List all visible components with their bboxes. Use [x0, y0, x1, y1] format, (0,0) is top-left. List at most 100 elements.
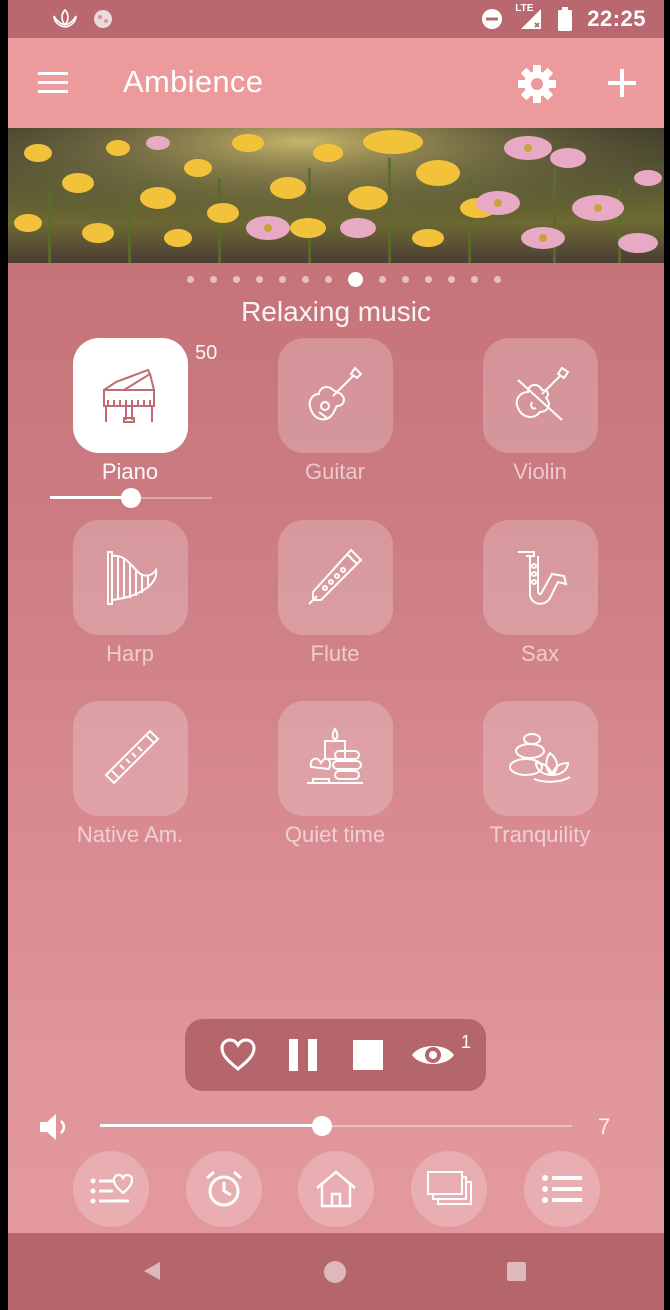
sound-tile-harp[interactable]: Harp: [50, 520, 210, 667]
page-indicator[interactable]: [8, 270, 664, 288]
flute-icon: [308, 548, 363, 605]
candle-stones-icon: [307, 726, 363, 784]
sound-button-quiet-time[interactable]: [277, 701, 393, 816]
sound-button-flute[interactable]: [277, 520, 393, 635]
system-navigation-bar: [8, 1233, 664, 1310]
page-dot[interactable]: [233, 275, 240, 283]
clock: 22:25: [587, 6, 646, 31]
page-dot[interactable]: [210, 275, 217, 283]
sound-button-native-am[interactable]: [72, 701, 188, 816]
app-screen: LTE 22:25 Ambience Relaxing music Piano …: [8, 0, 664, 1310]
volume-fill: [100, 1124, 322, 1127]
app-bar: Ambience: [8, 38, 664, 128]
bottom-navigation: [8, 1151, 664, 1229]
sound-label: Piano: [101, 459, 159, 484]
page-dot[interactable]: [325, 275, 332, 283]
page-dot[interactable]: [256, 275, 263, 283]
sound-button-sax[interactable]: [482, 520, 598, 635]
gear-icon[interactable]: [516, 63, 558, 105]
plus-icon[interactable]: [604, 62, 640, 104]
recents-icon[interactable]: [507, 1262, 526, 1281]
sound-tile-tranquility[interactable]: Tranquility: [460, 701, 620, 848]
lotus-stones-icon: [509, 732, 571, 783]
sound-label: Tranquility: [489, 822, 591, 847]
sound-label: Native Am.: [76, 822, 184, 847]
sound-label: Harp: [106, 641, 154, 666]
home-circle-icon[interactable]: [324, 1261, 346, 1283]
stop-icon: [353, 1040, 384, 1070]
sound-button-tranquility[interactable]: [482, 701, 598, 816]
violin-icon: [515, 366, 570, 421]
page-dot[interactable]: [471, 275, 478, 283]
master-volume: 7: [38, 1108, 638, 1144]
page-dot[interactable]: [379, 275, 386, 283]
page-dot[interactable]: [448, 275, 455, 283]
sound-tile-native-am[interactable]: Native Am.: [50, 701, 210, 848]
category-banner-image[interactable]: [8, 128, 664, 263]
page-dot[interactable]: [402, 275, 409, 283]
saxophone-icon: [518, 550, 568, 605]
playback-controls: [185, 1019, 486, 1091]
speaker-icon[interactable]: [38, 1112, 72, 1142]
tab-favorites[interactable]: [73, 1151, 149, 1227]
status-bar: LTE 22:25: [8, 0, 664, 38]
tab-home[interactable]: [298, 1151, 374, 1227]
pause-button[interactable]: [270, 1019, 335, 1091]
page-dot[interactable]: [494, 275, 501, 283]
sound-button-violin[interactable]: [482, 338, 598, 453]
sound-button-harp[interactable]: [72, 520, 188, 635]
sound-label: Violin: [513, 459, 567, 484]
sound-tile-quiet-time[interactable]: Quiet time: [255, 701, 415, 848]
page-dot[interactable]: [302, 275, 309, 283]
tab-presets[interactable]: [411, 1151, 487, 1227]
home-icon: [316, 1170, 356, 1208]
sound-label: Flute: [310, 641, 360, 666]
page-dot[interactable]: [187, 275, 194, 283]
sound-volume-value: 50: [195, 342, 218, 364]
volume-thumb[interactable]: [311, 1116, 332, 1136]
sound-tile-guitar[interactable]: Guitar: [255, 338, 415, 485]
page-title: Ambience: [123, 64, 264, 99]
category-title: Relaxing music: [241, 296, 431, 327]
sound-button-guitar[interactable]: [277, 338, 393, 453]
alarm-clock-icon: [206, 1170, 242, 1207]
page-dot[interactable]: [425, 275, 432, 283]
sound-label: Sax: [521, 641, 559, 666]
grand-piano-icon: [103, 368, 155, 423]
hamburger-icon[interactable]: [36, 66, 70, 100]
page-dot-active[interactable]: [348, 271, 363, 287]
tab-alarm[interactable]: [186, 1151, 262, 1227]
visibility-button[interactable]: [401, 1019, 466, 1091]
sound-label: Guitar: [305, 459, 365, 484]
slider-fill: [50, 496, 131, 499]
favorites-list-icon: [90, 1173, 134, 1204]
back-icon[interactable]: [142, 1260, 162, 1282]
do-not-disturb-icon: [482, 9, 503, 29]
lotus-icon: [53, 8, 77, 28]
sound-tile-piano[interactable]: Piano: [50, 338, 210, 485]
harp-icon: [107, 550, 158, 605]
guitar-icon: [308, 365, 363, 420]
sound-tile-violin[interactable]: Violin: [460, 338, 620, 485]
sound-tile-sax[interactable]: Sax: [460, 520, 620, 667]
volume-value: 7: [598, 1114, 611, 1139]
favorite-button[interactable]: [205, 1019, 270, 1091]
presets-icon: [427, 1171, 472, 1205]
tab-list[interactable]: [524, 1151, 600, 1227]
heart-icon: [220, 1038, 256, 1071]
native-flute-icon: [104, 729, 160, 784]
sound-label: Quiet time: [284, 822, 386, 847]
piano-volume-slider[interactable]: [50, 488, 212, 508]
signal-icon: [521, 9, 542, 29]
sound-button-piano[interactable]: [72, 338, 188, 453]
stop-button[interactable]: [336, 1019, 401, 1091]
list-icon: [542, 1175, 582, 1203]
flowers-illustration: [8, 128, 664, 263]
circle-icon: [94, 10, 112, 28]
eye-icon: [412, 1046, 455, 1064]
visible-count-badge: 1: [461, 1032, 472, 1052]
sound-tile-flute[interactable]: Flute: [255, 520, 415, 667]
battery-icon: [558, 7, 573, 31]
page-dot[interactable]: [279, 275, 286, 283]
slider-thumb[interactable]: [121, 488, 141, 508]
